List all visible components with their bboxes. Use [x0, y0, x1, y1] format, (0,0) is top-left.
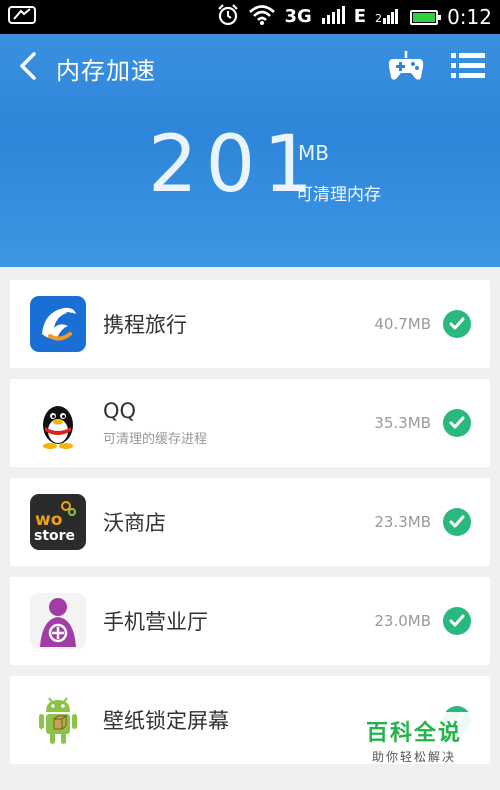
signal-status-icon	[8, 5, 36, 29]
list-item[interactable]: QQ 可清理的缓存进程 35.3MB	[10, 379, 490, 467]
qq-penguin-icon	[30, 395, 86, 451]
checkbox-checked[interactable]	[443, 310, 471, 338]
svg-text:wo: wo	[35, 510, 62, 530]
watermark: 百科全说 助你轻松解决	[350, 712, 478, 764]
menu-icon	[451, 51, 485, 85]
alarm-icon	[216, 3, 240, 31]
checkbox-checked[interactable]	[443, 607, 471, 635]
page-title: 内存加速	[56, 56, 156, 85]
status-bar: 3G E 2 0:12	[0, 0, 500, 34]
back-button[interactable]	[0, 34, 56, 102]
wo-store-icon: wo store	[30, 494, 86, 550]
network-type-label-2: E	[353, 6, 367, 27]
app-name: 沃商店	[103, 511, 166, 535]
list-item[interactable]: 携程旅行 40.7MB	[10, 280, 490, 368]
cellular-signal-icon	[321, 6, 345, 28]
memory-size: 40.7MB	[374, 315, 431, 333]
title-bar: 内存加速	[0, 34, 500, 102]
app-name: 手机营业厅	[103, 610, 208, 634]
cellular-signal-icon-2: 2	[375, 6, 401, 28]
battery-icon	[410, 9, 442, 25]
app-name: 携程旅行	[103, 313, 187, 337]
ctrip-dolphin-icon	[30, 296, 86, 352]
list-item[interactable]: wo store 沃商店 23.3MB	[10, 478, 490, 566]
watermark-subtitle: 助你轻松解决	[371, 750, 456, 764]
menu-button[interactable]	[448, 48, 488, 88]
game-boost-button[interactable]	[386, 48, 426, 88]
wifi-icon	[249, 4, 276, 30]
unicom-hall-icon	[30, 593, 86, 649]
memory-size: 23.0MB	[374, 612, 431, 630]
app-subtitle: 可清理的缓存进程	[103, 432, 208, 447]
cleanable-memory-label: 可清理内存	[296, 185, 381, 205]
app-name: QQ	[103, 399, 137, 423]
network-type-label: 3G	[284, 6, 312, 27]
android-robot-icon	[30, 692, 86, 748]
memory-size: 23.3MB	[374, 513, 431, 531]
memory-size: 35.3MB	[374, 414, 431, 432]
memory-unit: MB	[298, 141, 329, 165]
cleanable-memory-amount: 201	[148, 120, 321, 210]
list-item[interactable]: 手机营业厅 23.0MB	[10, 577, 490, 665]
back-arrow-icon	[18, 51, 38, 85]
app-list: 携程旅行 40.7MB QQ 可清理的缓存进程 35.3MB wo store …	[10, 280, 490, 775]
svg-text:store: store	[34, 528, 75, 544]
checkbox-checked[interactable]	[443, 409, 471, 437]
watermark-title: 百科全说	[365, 721, 462, 746]
memory-header: 内存加速 201 MB 可清理内存	[0, 34, 500, 267]
checkbox-checked[interactable]	[443, 508, 471, 536]
svg-text:2: 2	[375, 12, 382, 24]
gamepad-icon	[387, 49, 425, 87]
clock: 0:12	[447, 5, 492, 29]
